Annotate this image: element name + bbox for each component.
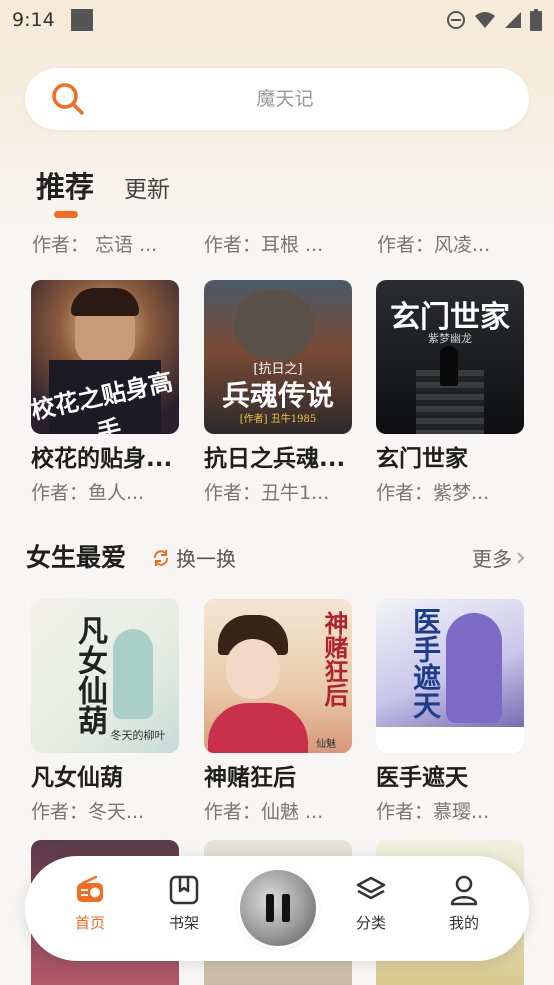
book-item[interactable]: 作者：风凌...: [377, 220, 525, 258]
status-time: 9:14: [12, 9, 55, 31]
cover-author: 仙魅: [316, 739, 336, 750]
shuffle-label: 换一换: [176, 547, 236, 571]
cover-face: [226, 639, 280, 699]
cover-figure: [234, 290, 314, 360]
bookmark-icon: [169, 875, 199, 905]
cover-title: 凡女仙葫: [72, 615, 107, 735]
user-icon: [450, 875, 478, 906]
book-cover[interactable]: 校花之贴身高手: [31, 280, 179, 434]
book-author: 作者：丑牛1...: [204, 482, 330, 504]
notification-icon: [70, 9, 93, 31]
cover-title: 神赌狂后: [320, 611, 349, 707]
book-item[interactable]: 作者：耳根 ...: [204, 220, 352, 258]
cover-subtitle: 紫梦幽龙: [428, 332, 472, 345]
book-card[interactable]: 医手遮天 医手遮天 作者：慕璎...: [376, 599, 524, 825]
book-author: 作者：慕璎...: [376, 801, 490, 823]
cover-figure: [113, 629, 153, 719]
book-author: 作者：紫梦...: [376, 482, 490, 504]
refresh-icon: [153, 549, 169, 566]
search-bar[interactable]: [25, 68, 529, 130]
search-icon: [52, 83, 84, 115]
tab-indicator: [54, 211, 78, 218]
dnd-icon: [447, 11, 465, 29]
book-cover[interactable]: 凡女仙葫 冬天的柳叶: [31, 599, 179, 753]
book-title: 抗日之兵魂...: [204, 446, 346, 472]
cover-author: [作者] 丑牛1985: [239, 414, 317, 425]
book-card[interactable]: 玄门世家 紫梦幽龙 玄门世家 作者：紫梦...: [376, 280, 524, 506]
tab-recommend[interactable]: 推荐: [36, 164, 94, 206]
player-disc[interactable]: [240, 870, 316, 946]
bottom-nav: 首页 书架 分类 我的: [25, 856, 529, 961]
book-row-partial: 作者： 忘语 ... 作者：耳根 ... 作者：风凌...: [0, 220, 554, 266]
book-author: 作者：鱼人...: [31, 482, 145, 504]
status-bar: 9:14: [0, 0, 554, 40]
nav-label: 分类: [355, 914, 386, 932]
book-title: 凡女仙葫: [31, 765, 123, 791]
tab-bar: 推荐 更新: [36, 164, 516, 218]
layers-icon: [356, 876, 386, 900]
book-title: 医手遮天: [376, 765, 468, 791]
book-item[interactable]: 作者： 忘语 ...: [32, 220, 180, 258]
pause-icon: [266, 894, 274, 922]
chevron-right-icon: [517, 551, 525, 564]
battery-icon: [530, 9, 542, 31]
cover-figure: [446, 613, 502, 723]
book-cover[interactable]: 医手遮天: [376, 599, 524, 753]
radio-icon: [77, 875, 103, 902]
book-cover[interactable]: 玄门世家 紫梦幽龙: [376, 280, 524, 434]
more-link[interactable]: 更多: [472, 543, 526, 572]
section-header: 女生最爱 换一换 更多: [26, 538, 526, 578]
nav-category[interactable]: 分类: [341, 874, 401, 933]
nav-home[interactable]: 首页: [60, 874, 120, 933]
cover-robe: [208, 703, 308, 753]
tab-update[interactable]: 更新: [124, 170, 170, 204]
cover-title: 医手遮天: [409, 607, 442, 719]
nav-bookshelf[interactable]: 书架: [154, 874, 214, 933]
book-author: 作者：冬天...: [31, 801, 145, 823]
book-title: 玄门世家: [376, 446, 468, 472]
book-card[interactable]: 凡女仙葫 冬天的柳叶 凡女仙葫 作者：冬天...: [31, 599, 179, 825]
book-author: 作者：耳根 ...: [204, 234, 324, 256]
signal-icon: [505, 12, 521, 28]
wifi-icon: [475, 12, 495, 28]
book-author: 作者：仙魅 ...: [204, 801, 324, 823]
book-author: 作者： 忘语 ...: [32, 234, 158, 256]
book-author: 作者：风凌...: [377, 234, 491, 256]
cover-title: 兵魂传说: [221, 379, 334, 412]
cover-hair: [71, 288, 139, 316]
book-card[interactable]: 校花之贴身高手 校花的贴身... 作者：鱼人...: [31, 280, 179, 506]
cover-figure: [440, 346, 458, 386]
book-cover[interactable]: [抗日之] 兵魂传说 [作者] 丑牛1985: [204, 280, 352, 434]
status-icons: [446, 9, 542, 31]
pause-icon: [282, 894, 290, 922]
book-title: 校花的贴身...: [31, 446, 173, 472]
book-card[interactable]: [抗日之] 兵魂传说 [作者] 丑牛1985 抗日之兵魂... 作者：丑牛1..…: [204, 280, 352, 506]
search-input[interactable]: [95, 68, 475, 130]
book-cover[interactable]: 神赌狂后 仙魅: [204, 599, 352, 753]
nav-label: 首页: [74, 914, 105, 932]
cover-footer: [376, 727, 524, 753]
book-title: 神赌狂后: [204, 765, 296, 791]
more-label: 更多: [472, 547, 512, 571]
nav-profile[interactable]: 我的: [434, 874, 494, 933]
book-card[interactable]: 神赌狂后 仙魅 神赌狂后 作者：仙魅 ...: [204, 599, 352, 825]
nav-label: 书架: [168, 914, 199, 932]
nav-label: 我的: [448, 914, 479, 932]
cover-author: 冬天的柳叶: [110, 729, 166, 742]
section-title: 女生最爱: [26, 543, 127, 572]
shuffle-button[interactable]: 换一换: [152, 543, 236, 572]
